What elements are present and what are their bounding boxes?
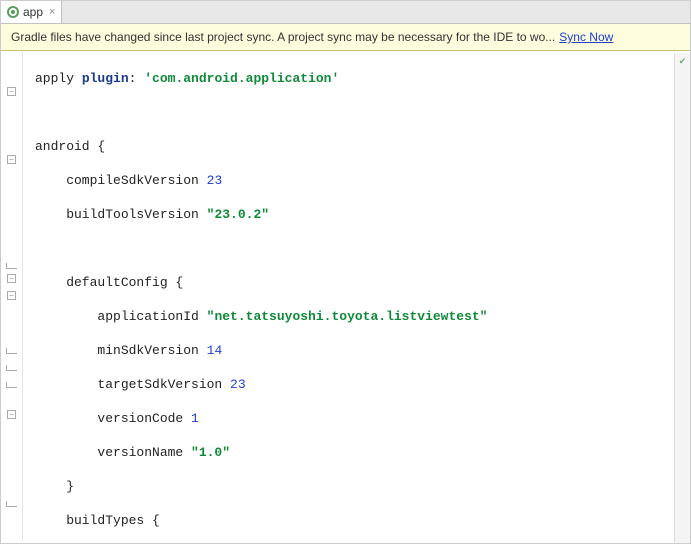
code-text: compileSdkVersion <box>35 173 207 188</box>
code-text: : <box>129 71 145 86</box>
gutter[interactable] <box>1 51 23 541</box>
vertical-scrollbar[interactable]: ✔ <box>674 53 690 543</box>
fold-toggle-icon[interactable] <box>7 291 16 300</box>
code-text: apply <box>35 71 82 86</box>
tab-app[interactable]: app × <box>1 1 62 23</box>
number: 23 <box>230 377 246 392</box>
fold-toggle-icon[interactable] <box>7 410 16 419</box>
number: 23 <box>207 173 223 188</box>
fold-toggle-icon[interactable] <box>7 274 16 283</box>
fold-toggle-icon[interactable] <box>7 155 16 164</box>
number: 1 <box>191 411 199 426</box>
code-text: versionName <box>35 445 191 460</box>
code-area[interactable]: apply plugin: 'com.android.application' … <box>23 51 690 541</box>
fold-end-icon <box>6 501 17 507</box>
fold-end-icon <box>6 263 17 269</box>
string: "23.0.2" <box>207 207 269 222</box>
tab-bar: app × <box>1 1 690 24</box>
close-icon[interactable]: × <box>49 6 55 18</box>
keyword: plugin <box>82 71 129 86</box>
code-text: targetSdkVersion <box>35 377 230 392</box>
code-text: buildTypes { <box>35 513 160 528</box>
gradle-file-icon <box>7 6 19 18</box>
fold-end-icon <box>6 365 17 371</box>
number: 14 <box>207 343 223 358</box>
code-text: android { <box>35 139 105 154</box>
tab-label: app <box>23 5 43 19</box>
code-text: defaultConfig { <box>35 275 183 290</box>
code-text: applicationId <box>35 309 207 324</box>
code-text: minSdkVersion <box>35 343 207 358</box>
string: 'com.android.application' <box>144 71 339 86</box>
notification-text: Gradle files have changed since last pro… <box>11 30 555 44</box>
code-text: } <box>35 479 74 494</box>
sync-now-link[interactable]: Sync Now <box>559 30 613 44</box>
sync-notification-bar: Gradle files have changed since last pro… <box>1 24 690 51</box>
code-text: buildToolsVersion <box>35 207 207 222</box>
string: "net.tatsuyoshi.toyota.listviewtest" <box>207 309 488 324</box>
fold-end-icon <box>6 382 17 388</box>
string: "1.0" <box>191 445 230 460</box>
fold-toggle-icon[interactable] <box>7 87 16 96</box>
code-text: versionCode <box>35 411 191 426</box>
fold-end-icon <box>6 348 17 354</box>
editor[interactable]: apply plugin: 'com.android.application' … <box>1 51 690 541</box>
scroll-marker-icon: ✔ <box>676 54 690 68</box>
